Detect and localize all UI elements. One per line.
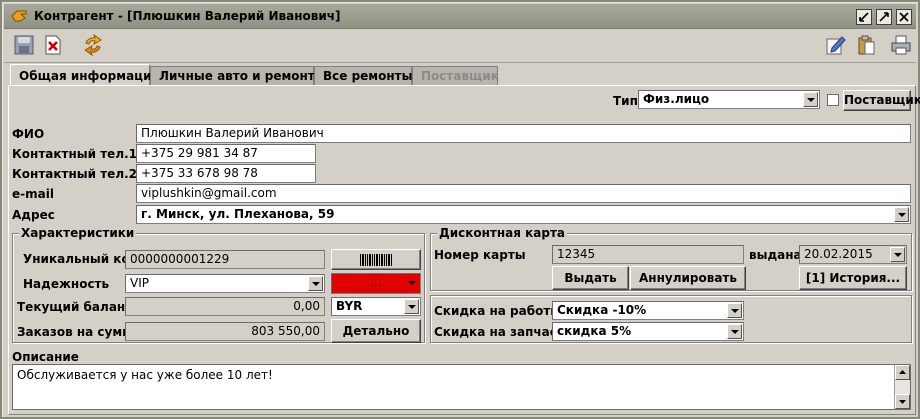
restore-icon [859, 12, 869, 22]
characteristics-title: Характеристики [19, 226, 137, 240]
issued-date-field[interactable]: 20.02.2015 [799, 245, 907, 264]
card-number-label: Номер карты [434, 248, 526, 262]
issued-date-value: 20.02.2015 [804, 247, 873, 261]
app-icon [11, 10, 27, 22]
work-discount-value: Скидка -10% [557, 303, 647, 317]
maximize-button[interactable] [876, 9, 892, 25]
address-label: Адрес [12, 208, 55, 222]
address-value: г. Минск, ул. Плеханова, 59 [141, 207, 335, 221]
type-label: Тип [613, 94, 638, 108]
description-label: Описание [12, 350, 79, 364]
card-number-field: 12345 [552, 245, 744, 264]
save-button[interactable] [13, 34, 37, 58]
chevron-down-icon[interactable] [308, 276, 323, 291]
maximize-icon [879, 12, 889, 22]
balance-field: 0,00 [125, 297, 325, 316]
supplier-button[interactable]: Поставщик [843, 90, 920, 111]
parts-discount-value: скидка 5% [557, 324, 632, 338]
code-label: Уникальный код [23, 252, 140, 266]
parts-discount-select[interactable]: скидка 5% [552, 322, 744, 341]
tab-all-repairs[interactable]: Все ремонты [314, 66, 412, 86]
description-scrollbar[interactable] [894, 365, 910, 409]
supplier-checkbox[interactable] [827, 94, 839, 106]
type-select[interactable]: Физ.лицо [638, 90, 820, 109]
description-text: Обслуживается у нас уже более 10 лет! [17, 368, 273, 382]
issued-label: выдана [749, 248, 802, 262]
chevron-down-icon [899, 400, 906, 404]
chevron-down-icon[interactable] [727, 303, 742, 318]
chevron-down-icon[interactable] [803, 92, 818, 107]
edit-icon [826, 36, 846, 55]
refresh-button[interactable] [82, 33, 106, 58]
refresh-icon [84, 33, 102, 57]
print-button[interactable] [890, 34, 914, 58]
reliability-value: VIP [130, 276, 149, 290]
characteristics-group: Характеристики Уникальный код 0000000001… [12, 226, 425, 343]
chevron-down-icon[interactable] [890, 247, 905, 262]
general-info-panel: Тип Физ.лицо Поставщик ФИО Плюшкин Валер… [8, 85, 920, 415]
clipboard-button[interactable] [855, 34, 879, 58]
chevron-down-icon[interactable] [404, 299, 419, 314]
clipboard-icon [858, 35, 875, 55]
phone1-label: Контактный тел.1 [12, 147, 138, 161]
save-icon [14, 35, 34, 55]
code-field: 0000000001229 [125, 250, 325, 269]
reliability-label: Надежность [23, 277, 110, 291]
discount-card-group: Дисконтная карта Номер карты 12345 выдан… [430, 226, 912, 291]
chevron-down-icon[interactable] [727, 324, 742, 339]
balance-label: Текущий баланс [17, 300, 133, 314]
tab-general[interactable]: Общая информация [10, 64, 159, 87]
edit-button[interactable] [824, 34, 848, 58]
window-title: Контрагент - [Плюшкин Валерий Иванович] [34, 9, 341, 23]
fio-field[interactable]: Плюшкин Валерий Иванович [136, 124, 911, 143]
orders-field: 803 550,00 [125, 322, 325, 341]
delete-button[interactable] [42, 34, 66, 58]
work-discount-label: Скидка на работы [434, 304, 562, 318]
cancel-card-button[interactable]: Аннулировать [630, 266, 746, 290]
delete-icon [45, 35, 61, 55]
print-icon [891, 35, 911, 55]
barcode-icon [360, 254, 392, 266]
chevron-down-icon[interactable] [404, 275, 419, 290]
type-value: Физ.лицо [643, 92, 710, 106]
chevron-up-icon [899, 370, 906, 374]
address-select[interactable]: г. Минск, ул. Плеханова, 59 [136, 205, 911, 224]
email-label: e-mail [12, 187, 54, 201]
contact-window: Контрагент - [Плюшкин Валерий Иванович] [0, 0, 920, 419]
phone2-label: Контактный тел.2 [12, 167, 138, 181]
title-bar: Контрагент - [Плюшкин Валерий Иванович] [4, 4, 916, 29]
tab-supplier: Поставщик [412, 66, 499, 86]
reliability-select[interactable]: VIP [125, 274, 325, 293]
tab-cars-repairs[interactable]: Личные авто и ремонты [150, 66, 326, 86]
close-button[interactable] [896, 9, 912, 25]
history-button[interactable]: [1] История... [799, 266, 907, 290]
details-button[interactable]: Детально [331, 319, 421, 343]
close-icon [899, 12, 909, 22]
toolbar [4, 29, 916, 63]
reliability-color-select[interactable]: ... [331, 273, 421, 294]
work-discount-select[interactable]: Скидка -10% [552, 301, 744, 320]
reliability-color-value: ... [370, 275, 382, 289]
phone1-field[interactable]: +375 29 981 34 87 [136, 144, 316, 163]
discount-card-title: Дисконтная карта [437, 226, 567, 240]
scroll-down-button[interactable] [895, 394, 910, 409]
barcode-button[interactable] [331, 249, 421, 270]
description-textarea[interactable]: Обслуживается у нас уже более 10 лет! [12, 364, 911, 410]
phone2-field[interactable]: +375 33 678 98 78 [136, 164, 316, 183]
currency-value: BYR [336, 299, 363, 313]
chevron-down-icon[interactable] [894, 207, 909, 222]
scroll-up-button[interactable] [895, 365, 910, 380]
issue-card-button[interactable]: Выдать [552, 266, 629, 290]
restore-button[interactable] [856, 9, 872, 25]
discounts-group: Скидка на работы Скидка -10% Скидка на з… [430, 295, 912, 343]
email-field[interactable]: viplushkin@gmail.com [136, 184, 911, 203]
fio-label: ФИО [12, 127, 45, 141]
currency-select[interactable]: BYR [331, 297, 421, 316]
orders-label: Заказов на сумму [17, 325, 140, 339]
